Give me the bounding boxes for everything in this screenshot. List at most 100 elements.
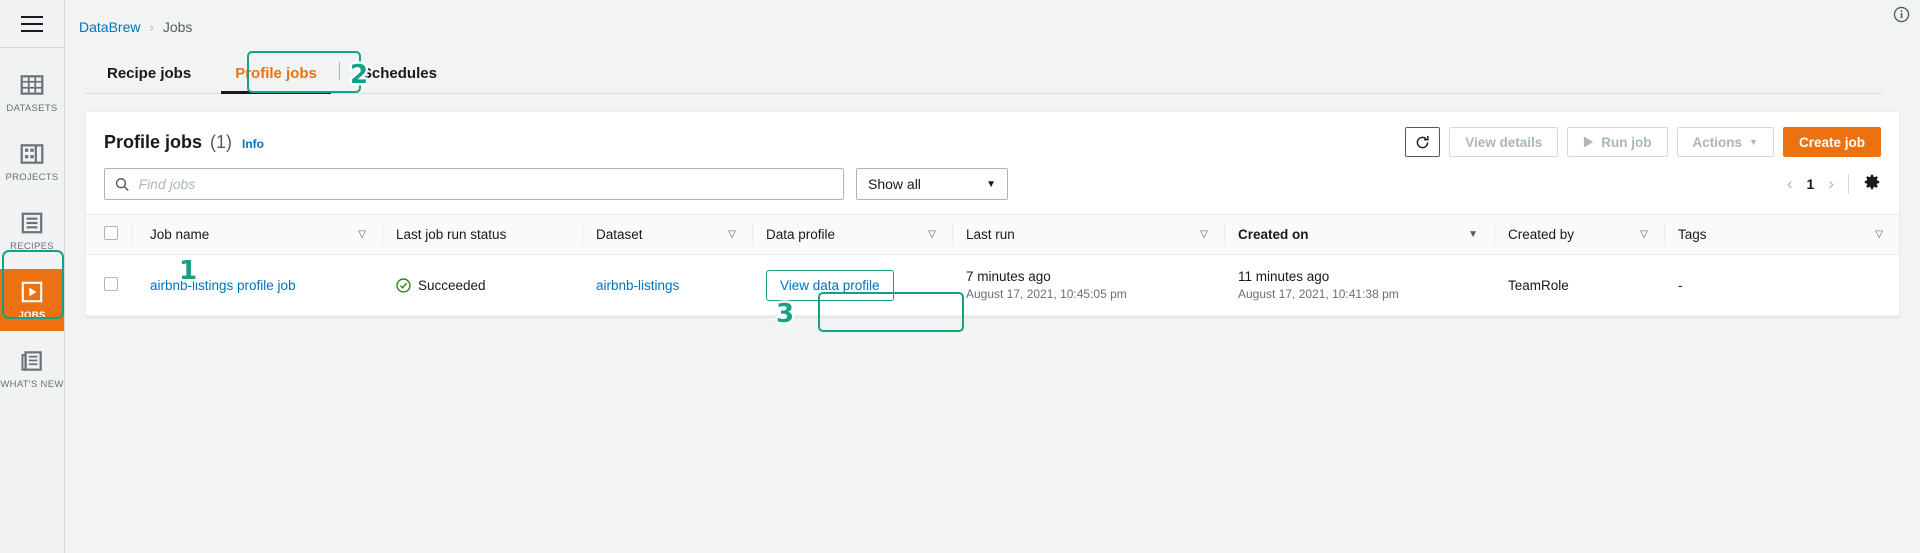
table-head: Job name Last job run status Dataset xyxy=(86,214,1899,255)
whats-new-icon xyxy=(21,351,42,371)
projects-icon xyxy=(20,144,44,164)
th-select-all xyxy=(86,215,132,255)
th-label: Job name xyxy=(150,227,210,242)
datasets-grid-icon xyxy=(20,75,44,95)
cell-dataset: airbnb-listings xyxy=(582,254,752,316)
tab-profile-jobs[interactable]: Profile jobs xyxy=(213,66,339,94)
row-checkbox[interactable] xyxy=(104,276,118,291)
pagination-page-1[interactable]: 1 xyxy=(1807,176,1815,192)
sidebar-header xyxy=(0,0,64,48)
actions-menu-button[interactable]: Actions ▼ xyxy=(1676,127,1774,157)
page-title: Profile jobs xyxy=(104,131,203,152)
sort-icon xyxy=(928,230,936,240)
last-run-absolute: August 17, 2021, 10:45:05 pm xyxy=(966,287,1127,301)
sidebar-item-projects[interactable]: PROJECTS xyxy=(0,131,64,193)
info-circle-icon[interactable] xyxy=(1893,6,1910,28)
chevron-down-icon: ▼ xyxy=(986,178,996,190)
panel-header: Profile jobs (1) Info View details Run j… xyxy=(86,112,1899,168)
th-last-job-run-status: Last job run status xyxy=(382,215,582,255)
menu-icon[interactable] xyxy=(21,15,43,32)
status-filter-select[interactable]: Show all ▼ xyxy=(856,168,1008,200)
status-label: Succeeded xyxy=(418,277,486,293)
pagination: ‹ 1 › xyxy=(1787,173,1881,196)
th-created-by[interactable]: Created by xyxy=(1494,215,1664,255)
row-select-cell xyxy=(86,254,132,316)
sort-icon-active xyxy=(1468,230,1478,240)
actions-label: Actions xyxy=(1692,134,1743,150)
tab-recipe-jobs[interactable]: Recipe jobs xyxy=(85,66,213,93)
th-label: Last job run status xyxy=(396,227,507,242)
panel-title-group: Profile jobs (1) Info xyxy=(104,132,264,153)
job-count: (1) xyxy=(210,131,233,152)
th-label: Data profile xyxy=(766,227,836,242)
info-link[interactable]: Info xyxy=(242,137,264,151)
th-dataset[interactable]: Dataset xyxy=(582,215,752,255)
search-box[interactable] xyxy=(104,168,844,200)
breadcrumb-separator-icon: › xyxy=(149,19,154,35)
pagination-next-button[interactable]: › xyxy=(1828,174,1834,194)
pagination-prev-button[interactable]: ‹ xyxy=(1787,174,1793,194)
job-name-link[interactable]: airbnb-listings profile job xyxy=(150,278,296,293)
created-relative: 11 minutes ago xyxy=(1238,269,1330,284)
cell-tags: - xyxy=(1664,254,1899,316)
sidebar-item-recipes[interactable]: RECIPES xyxy=(0,200,64,262)
run-job-label: Run job xyxy=(1601,134,1652,150)
th-created-on[interactable]: Created on xyxy=(1224,215,1494,255)
sidebar-item-label: WHAT'S NEW xyxy=(0,379,64,390)
preferences-button[interactable] xyxy=(1863,173,1881,196)
tabs: Recipe jobs Profile jobs Schedules xyxy=(85,53,1882,94)
refresh-icon xyxy=(1416,135,1429,148)
main-content: DataBrew › Jobs Recipe jobs Profile jobs… xyxy=(65,0,1920,553)
sidebar-nav: DATASETS PROJECTS RECIPES JOBS WHAT'S NE… xyxy=(0,48,64,407)
search-icon xyxy=(115,177,129,191)
cell-job-name: airbnb-listings profile job xyxy=(132,254,382,316)
sort-icon xyxy=(1200,230,1208,240)
view-details-button[interactable]: View details xyxy=(1449,127,1559,157)
table-row[interactable]: airbnb-listings profile job Succeeded ai… xyxy=(86,254,1899,316)
th-data-profile[interactable]: Data profile xyxy=(752,215,952,255)
tabs-container: Recipe jobs Profile jobs Schedules xyxy=(65,51,1920,94)
sidebar-item-datasets[interactable]: DATASETS xyxy=(0,62,64,124)
recipes-list-icon xyxy=(21,212,43,234)
th-last-run[interactable]: Last run xyxy=(952,215,1224,255)
breadcrumb: DataBrew › Jobs xyxy=(65,0,1920,40)
left-sidebar: DATASETS PROJECTS RECIPES JOBS WHAT'S NE… xyxy=(0,0,65,553)
sort-icon xyxy=(1640,230,1648,240)
play-icon xyxy=(1584,136,1594,148)
th-tags[interactable]: Tags xyxy=(1664,215,1899,255)
th-job-name[interactable]: Job name xyxy=(132,215,382,255)
create-job-button[interactable]: Create job xyxy=(1782,127,1881,157)
sidebar-item-label: DATASETS xyxy=(6,103,58,114)
th-label: Tags xyxy=(1678,227,1707,242)
profile-jobs-table: Job name Last job run status Dataset xyxy=(86,214,1899,316)
th-label: Created on xyxy=(1238,227,1309,242)
refresh-button[interactable] xyxy=(1405,127,1441,157)
chevron-down-icon: ▼ xyxy=(1749,137,1758,147)
sidebar-item-label: JOBS xyxy=(18,310,46,321)
created-absolute: August 17, 2021, 10:41:38 pm xyxy=(1238,287,1399,301)
th-label: Last run xyxy=(966,227,1015,242)
run-job-button[interactable]: Run job xyxy=(1567,127,1668,157)
breadcrumb-link-databrew[interactable]: DataBrew xyxy=(79,19,140,35)
profile-jobs-panel: Profile jobs (1) Info View details Run j… xyxy=(85,111,1900,317)
select-all-checkbox[interactable] xyxy=(104,226,118,240)
sidebar-item-whats-new[interactable]: WHAT'S NEW xyxy=(0,338,64,400)
tab-schedules[interactable]: Schedules xyxy=(340,66,459,93)
sidebar-item-label: RECIPES xyxy=(10,241,54,252)
cell-status: Succeeded xyxy=(382,254,582,316)
dataset-link[interactable]: airbnb-listings xyxy=(596,278,679,293)
cell-created-on: 11 minutes ago August 17, 2021, 10:41:38… xyxy=(1224,254,1494,316)
search-input[interactable] xyxy=(138,176,833,192)
th-label: Created by xyxy=(1508,227,1575,242)
pagination-divider xyxy=(1848,174,1849,194)
table-header-row: Job name Last job run status Dataset xyxy=(86,214,1899,255)
jobs-play-icon xyxy=(21,281,43,303)
sidebar-item-label: PROJECTS xyxy=(5,172,59,183)
sort-icon xyxy=(358,230,366,240)
cell-data-profile: View data profile xyxy=(752,254,952,316)
sort-icon xyxy=(1875,230,1883,240)
sidebar-item-jobs[interactable]: JOBS xyxy=(0,269,64,331)
search-filter-row: Show all ▼ ‹ 1 › xyxy=(86,168,1899,214)
view-data-profile-button[interactable]: View data profile xyxy=(766,269,894,301)
sort-icon xyxy=(728,230,736,240)
